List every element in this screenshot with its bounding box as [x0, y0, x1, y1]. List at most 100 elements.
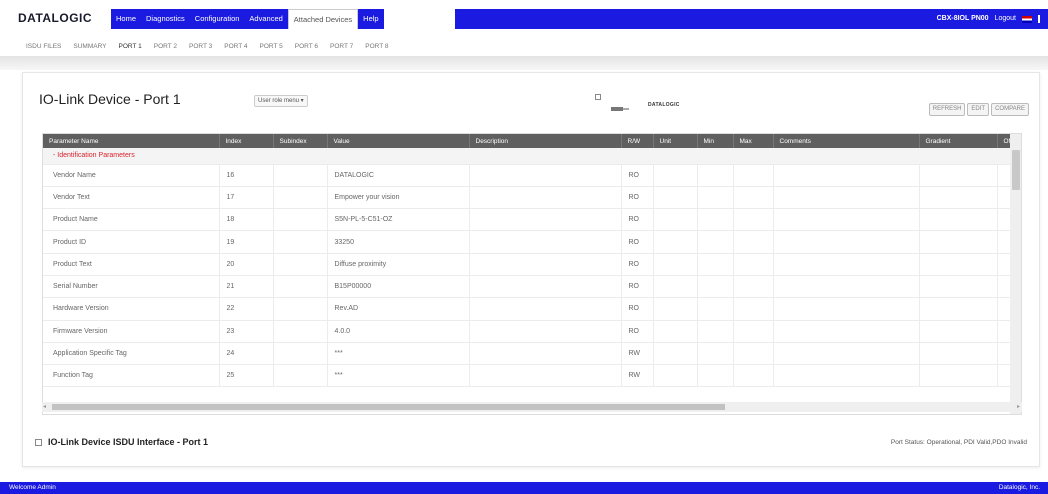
column-header[interactable]: R/W — [621, 134, 654, 148]
column-header[interactable]: Unit — [653, 134, 698, 148]
table-row[interactable]: Serial Number 21 B15P00000 RO — [43, 275, 1021, 299]
table-header-row: Parameter Name Index Subindex Value Desc… — [43, 134, 1021, 148]
nav-attached-devices[interactable]: Attached Devices — [287, 9, 359, 29]
top-right-area: CBX-8IOL PN00 Logout — [937, 9, 1040, 29]
param-unit — [653, 297, 698, 321]
param-rw: RW — [621, 364, 654, 388]
param-rw: RO — [621, 164, 654, 187]
column-header[interactable]: Max — [733, 134, 774, 148]
menu-icon[interactable] — [1038, 15, 1040, 23]
table-row[interactable]: Firmware Version 23 4.0.0 RO — [43, 320, 1021, 343]
subnav-port-1[interactable]: PORT 1 — [113, 40, 148, 54]
parameter-table-container: Parameter Name Index Subindex Value Desc… — [42, 133, 1022, 415]
logout-link[interactable]: Logout — [995, 9, 1016, 29]
collapse-toggle-icon[interactable] — [595, 94, 601, 100]
subnav-isdu-files[interactable]: ISDU FILES — [20, 40, 67, 54]
param-comments — [773, 275, 920, 299]
param-index: 18 — [219, 208, 274, 232]
subnav-port-2[interactable]: PORT 2 — [148, 40, 183, 54]
nav-home[interactable]: Home — [111, 9, 142, 29]
param-max — [733, 253, 774, 276]
expand-toggle-icon[interactable] — [35, 438, 42, 446]
isdu-section-header[interactable]: IO-Link Device ISDU Interface - Port 1 — [35, 437, 208, 447]
table-row[interactable]: Application Specific Tag 24 *** RW — [43, 342, 1021, 366]
horizontal-scrollbar[interactable]: ◂ ▸ — [42, 402, 1022, 412]
device-title: IO-Link Device - Port 1 — [39, 91, 181, 107]
column-header[interactable]: Description — [469, 134, 622, 148]
param-value: Empower your vision — [327, 186, 470, 210]
param-gradient — [919, 275, 998, 299]
compare-button[interactable]: COMPARE — [991, 103, 1029, 116]
subnav-port-4[interactable]: PORT 4 — [218, 40, 253, 54]
vertical-scrollbar[interactable] — [1010, 134, 1021, 414]
subnav-port-6[interactable]: PORT 6 — [289, 40, 324, 54]
column-header[interactable]: Subindex — [273, 134, 328, 148]
parameter-table: Parameter Name Index Subindex Value Desc… — [43, 134, 1021, 388]
edit-button[interactable]: EDIT — [967, 103, 990, 116]
column-header[interactable]: Gradient — [919, 134, 998, 148]
nav-advanced[interactable]: Advanced — [244, 9, 288, 29]
param-name: Product ID — [43, 230, 220, 254]
param-subindex — [273, 164, 328, 187]
user-role-menu[interactable]: User role menu ▾ — [254, 95, 308, 107]
subnav-port-3[interactable]: PORT 3 — [183, 40, 218, 54]
table-row[interactable]: Hardware Version 22 Rev.AD RO — [43, 297, 1021, 321]
param-gradient — [919, 297, 998, 321]
param-value: DATALOGIC — [327, 164, 470, 187]
param-gradient — [919, 320, 998, 343]
nav-configuration[interactable]: Configuration — [189, 9, 245, 29]
nav-help[interactable]: Help — [358, 9, 384, 29]
param-index: 24 — [219, 342, 274, 366]
param-value: S5N-PL-5-C51-OZ — [327, 208, 470, 232]
param-description — [469, 297, 622, 321]
table-row[interactable]: Vendor Text 17 Empower your vision RO — [43, 186, 1021, 210]
table-row[interactable]: Product ID 19 33250 RO — [43, 230, 1021, 254]
param-rw: RO — [621, 253, 654, 276]
param-subindex — [273, 230, 328, 254]
param-value: B15P00000 — [327, 275, 470, 299]
column-header[interactable]: Min — [697, 134, 734, 148]
subnav-port-7[interactable]: PORT 7 — [324, 40, 359, 54]
table-row[interactable]: Product Text 20 Diffuse proximity RO — [43, 253, 1021, 276]
param-value: 33250 — [327, 230, 470, 254]
param-unit — [653, 364, 698, 388]
top-bar: DATALOGIC Home Diagnostics Configuration… — [0, 0, 1048, 40]
subnav-summary[interactable]: SUMMARY — [67, 40, 112, 54]
param-comments — [773, 320, 920, 343]
param-subindex — [273, 186, 328, 210]
subnav-port-8[interactable]: PORT 8 — [359, 40, 394, 54]
param-comments — [773, 253, 920, 276]
column-header[interactable]: Index — [219, 134, 274, 148]
group-label[interactable]: - Identification Parameters — [43, 148, 1021, 165]
param-index: 21 — [219, 275, 274, 299]
vertical-scrollbar-thumb[interactable] — [1012, 150, 1020, 190]
param-unit — [653, 320, 698, 343]
param-min — [697, 342, 734, 366]
scroll-right-icon[interactable]: ▸ — [1017, 403, 1020, 410]
param-rw: RO — [621, 186, 654, 210]
column-header[interactable]: Parameter Name — [43, 134, 220, 148]
scroll-left-icon[interactable]: ◂ — [43, 403, 46, 410]
table-row[interactable]: Product Name 18 S5N-PL-5-C51-OZ RO — [43, 208, 1021, 232]
table-row[interactable]: Function Tag 25 *** RW — [43, 364, 1021, 388]
param-value: 4.0.0 — [327, 320, 470, 343]
param-max — [733, 320, 774, 343]
param-name: Product Text — [43, 253, 220, 276]
param-value: *** — [327, 364, 470, 388]
table-row[interactable]: Vendor Name 16 DATALOGIC RO — [43, 164, 1021, 187]
nav-diagnostics[interactable]: Diagnostics — [141, 9, 190, 29]
horizontal-scrollbar-thumb[interactable] — [52, 404, 725, 410]
param-rw: RO — [621, 320, 654, 343]
group-row-identification[interactable]: - Identification Parameters — [43, 148, 1021, 165]
column-header[interactable]: Value — [327, 134, 470, 148]
param-index: 16 — [219, 164, 274, 187]
param-description — [469, 320, 622, 343]
column-header[interactable]: Comments — [773, 134, 920, 148]
subnav-port-5[interactable]: PORT 5 — [254, 40, 289, 54]
datalogic-logo: DATALOGIC — [18, 11, 93, 25]
param-max — [733, 164, 774, 187]
refresh-button[interactable]: REFRESH — [928, 103, 966, 116]
language-flag-icon[interactable] — [1022, 16, 1032, 23]
param-gradient — [919, 186, 998, 210]
param-comments — [773, 297, 920, 321]
